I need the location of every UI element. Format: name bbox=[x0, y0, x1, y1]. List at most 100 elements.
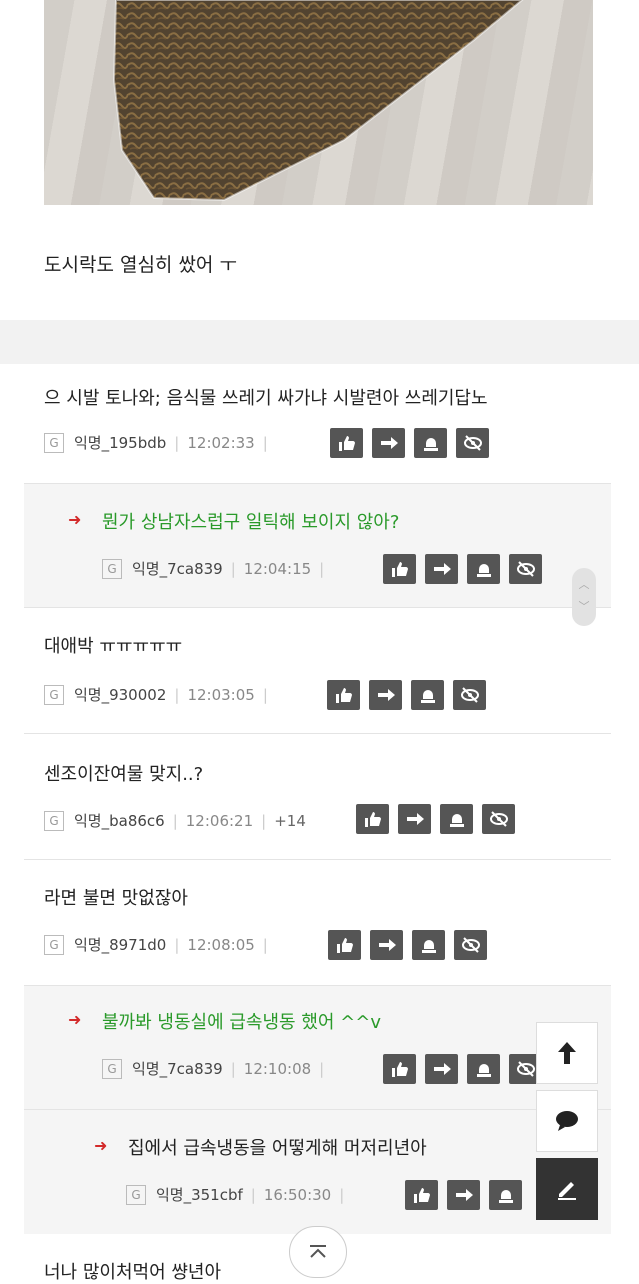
reply-button[interactable] bbox=[370, 930, 403, 960]
report-button[interactable] bbox=[467, 1054, 500, 1084]
reply-button[interactable] bbox=[447, 1180, 480, 1210]
arrow-right-icon bbox=[455, 1189, 473, 1201]
siren-icon bbox=[498, 1190, 513, 1203]
siren-icon bbox=[476, 1064, 491, 1077]
comment-author[interactable]: 익명_ba86c6 bbox=[74, 810, 165, 831]
comment-text: 라면 불면 맛없잖아 bbox=[44, 888, 188, 909]
guest-badge: G bbox=[44, 684, 64, 705]
report-button[interactable] bbox=[412, 930, 445, 960]
comment-text: 으 시발 토나와; 음식물 쓰레기 싸가냐 시발련아 쓰레기답노 bbox=[44, 388, 488, 409]
reply-arrow-icon: ➜ bbox=[68, 1010, 82, 1029]
comment-time: 12:03:05 bbox=[187, 685, 255, 704]
comment-button[interactable] bbox=[536, 1090, 598, 1152]
hide-button[interactable] bbox=[482, 804, 515, 834]
reply-button[interactable] bbox=[372, 428, 405, 458]
comment-section-divider bbox=[0, 320, 639, 364]
arrow-right-icon bbox=[433, 563, 451, 575]
reply-text: 불까봐 냉동실에 급속냉동 했어 ^^v bbox=[102, 1012, 381, 1033]
siren-icon bbox=[449, 814, 464, 827]
like-button[interactable] bbox=[328, 930, 361, 960]
post-photo bbox=[44, 0, 593, 205]
reply-item: ➜ 집에서 급속냉동을 어떻게해 머저리년아 G 익명_351cbf | 16:… bbox=[24, 1110, 611, 1234]
comment-author[interactable]: 익명_8971d0 bbox=[74, 934, 166, 955]
comment-meta: G 익명_7ca839 | 12:10:08 | bbox=[102, 1058, 332, 1079]
eye-slash-icon bbox=[489, 811, 508, 827]
thumbs-up-icon bbox=[338, 436, 355, 451]
comment-time: 12:02:33 bbox=[187, 433, 255, 452]
report-button[interactable] bbox=[467, 554, 500, 584]
chevron-double-up-icon bbox=[310, 1245, 326, 1258]
scroll-top-button[interactable] bbox=[536, 1022, 598, 1084]
comment-time: 12:10:08 bbox=[243, 1059, 312, 1078]
reply-item: ➜ 뭔가 상남자스럽구 일틱해 보이지 않아? G 익명_7ca839 | 12… bbox=[24, 484, 611, 608]
like-button[interactable] bbox=[327, 680, 360, 710]
guest-badge: G bbox=[102, 1058, 122, 1079]
comment-text: 센조이잔여물 맞지..? bbox=[44, 764, 204, 785]
hide-button[interactable] bbox=[454, 930, 487, 960]
comment-text: 너나 많이처먹어 썅년아 bbox=[44, 1262, 222, 1283]
comment-item: 으 시발 토나와; 음식물 쓰레기 싸가냐 시발련아 쓰레기답노 G 익명_19… bbox=[0, 364, 639, 484]
report-button[interactable] bbox=[440, 804, 473, 834]
arrow-up-icon bbox=[558, 1042, 576, 1064]
reply-button[interactable] bbox=[425, 1054, 458, 1084]
arrow-right-icon bbox=[378, 939, 396, 951]
like-button[interactable] bbox=[383, 554, 416, 584]
comment-author[interactable]: 익명_195bdb bbox=[74, 432, 166, 453]
hide-button[interactable] bbox=[453, 680, 486, 710]
like-button[interactable] bbox=[383, 1054, 416, 1084]
guest-badge: G bbox=[126, 1184, 146, 1205]
comment-author[interactable]: 익명_7ca839 bbox=[132, 558, 223, 579]
comment-actions bbox=[328, 930, 487, 960]
reply-text: 뭔가 상남자스럽구 일틱해 보이지 않아? bbox=[102, 512, 400, 533]
reply-button[interactable] bbox=[425, 554, 458, 584]
report-button[interactable] bbox=[414, 428, 447, 458]
hide-button[interactable] bbox=[509, 554, 542, 584]
comment-actions bbox=[405, 1180, 522, 1210]
comment-time: 16:50:30 bbox=[263, 1185, 332, 1204]
comment-actions bbox=[383, 1054, 542, 1084]
thumbs-up-icon bbox=[391, 562, 408, 577]
comment-author[interactable]: 익명_351cbf bbox=[156, 1184, 243, 1205]
thumbs-up-icon bbox=[364, 812, 381, 827]
comment-actions bbox=[356, 804, 515, 834]
comment-text: 대애박 ㅠㅠㅠㅠㅠ bbox=[44, 636, 183, 657]
comment-meta: G 익명_195bdb | 12:02:33 | bbox=[44, 432, 276, 453]
guest-badge: G bbox=[44, 934, 64, 955]
hide-button[interactable] bbox=[456, 428, 489, 458]
comment-actions bbox=[383, 554, 542, 584]
thumbs-up-icon bbox=[336, 938, 353, 953]
comment-actions bbox=[327, 680, 486, 710]
reply-arrow-icon: ➜ bbox=[68, 510, 82, 529]
eye-slash-icon bbox=[463, 435, 482, 451]
scroll-handle[interactable]: ︿ ﹀ bbox=[572, 568, 596, 626]
write-button[interactable] bbox=[536, 1158, 598, 1220]
eye-slash-icon bbox=[460, 687, 479, 703]
pencil-icon bbox=[558, 1182, 576, 1200]
comment-author[interactable]: 익명_930002 bbox=[74, 684, 166, 705]
eye-slash-icon bbox=[516, 561, 535, 577]
report-button[interactable] bbox=[489, 1180, 522, 1210]
page-top-button[interactable] bbox=[289, 1226, 347, 1278]
report-button[interactable] bbox=[411, 680, 444, 710]
comment-extra-count: +14 bbox=[274, 811, 306, 830]
comment-actions bbox=[330, 428, 489, 458]
eye-slash-icon bbox=[516, 1061, 535, 1077]
like-button[interactable] bbox=[330, 428, 363, 458]
comment-meta: G 익명_930002 | 12:03:05 | bbox=[44, 684, 276, 705]
reply-arrow-icon: ➜ bbox=[94, 1136, 108, 1155]
comment-item: 센조이잔여물 맞지..? G 익명_ba86c6 | 12:06:21 | +1… bbox=[0, 734, 639, 860]
arrow-right-icon bbox=[377, 689, 395, 701]
comment-meta: G 익명_351cbf | 16:50:30 | bbox=[126, 1184, 352, 1205]
comment-meta: G 익명_7ca839 | 12:04:15 | bbox=[102, 558, 332, 579]
guest-badge: G bbox=[44, 810, 64, 831]
reply-item: ➜ 불까봐 냉동실에 급속냉동 했어 ^^v G 익명_7ca839 | 12:… bbox=[24, 986, 611, 1110]
comment-author[interactable]: 익명_7ca839 bbox=[132, 1058, 223, 1079]
reply-text: 집에서 급속냉동을 어떻게해 머저리년아 bbox=[128, 1138, 427, 1159]
reply-button[interactable] bbox=[398, 804, 431, 834]
reply-button[interactable] bbox=[369, 680, 402, 710]
like-button[interactable] bbox=[356, 804, 389, 834]
thumbs-up-icon bbox=[335, 688, 352, 703]
like-button[interactable] bbox=[405, 1180, 438, 1210]
arrow-right-icon bbox=[380, 437, 398, 449]
comment-time: 12:06:21 bbox=[185, 811, 254, 830]
